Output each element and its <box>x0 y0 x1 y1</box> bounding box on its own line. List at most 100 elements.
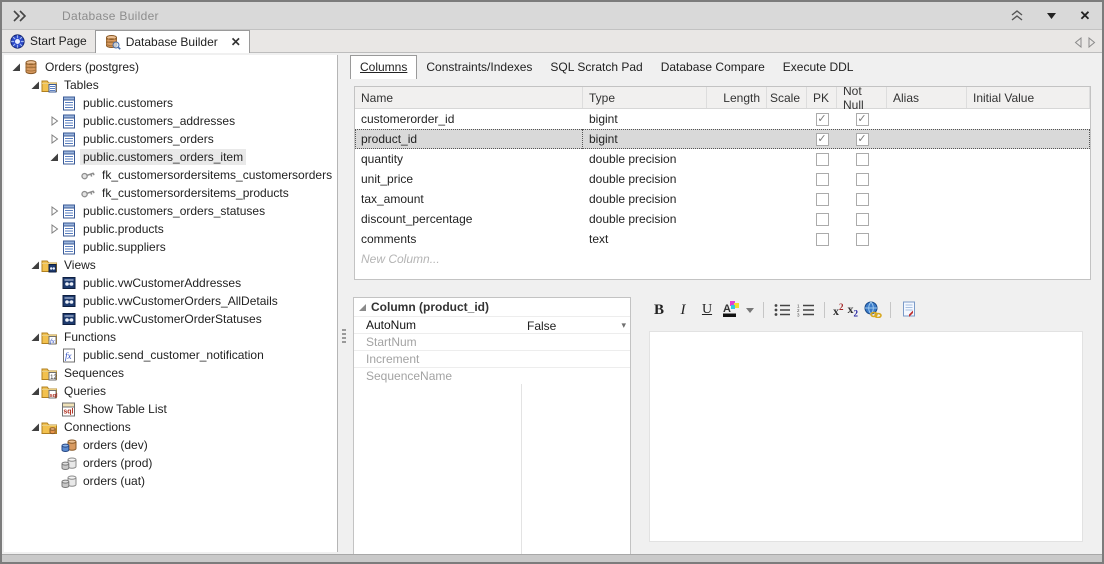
collapse-arrow-icon[interactable] <box>28 421 41 434</box>
pk-checkbox[interactable] <box>816 153 829 166</box>
cell-type[interactable]: double precision <box>583 209 707 229</box>
insert-document-icon[interactable] <box>899 299 919 321</box>
italic-icon[interactable]: I <box>673 300 693 320</box>
column-header-initial-value[interactable]: Initial Value <box>967 87 1090 108</box>
collapse-arrow-icon[interactable] <box>28 79 41 92</box>
tree-item[interactable]: public.customers_addresses <box>4 112 337 130</box>
cell-initial-value[interactable] <box>967 149 1090 169</box>
tree-item[interactable]: public.customers_orders_item <box>4 148 337 166</box>
cell-name[interactable]: comments <box>355 229 583 249</box>
column-row-quantity[interactable]: quantitydouble precision <box>355 149 1090 169</box>
cell-name[interactable]: unit_price <box>355 169 583 189</box>
column-header-pk[interactable]: PK <box>807 87 837 108</box>
tree-item[interactable]: fk_customersordersitems_products <box>4 184 337 202</box>
pk-checked-checkbox[interactable]: ✓ <box>816 113 829 126</box>
column-header-name[interactable]: Name <box>355 87 583 108</box>
cell-length[interactable] <box>707 149 767 169</box>
column-row-unit_price[interactable]: unit_pricedouble precision <box>355 169 1090 189</box>
tree-item[interactable]: public.products <box>4 220 337 238</box>
cell-name[interactable]: tax_amount <box>355 189 583 209</box>
new-column-row[interactable]: New Column... <box>355 249 1090 269</box>
editor-tab-sql-scratch-pad[interactable]: SQL Scratch Pad <box>541 56 651 79</box>
not-null-checkbox[interactable] <box>856 233 869 246</box>
dropdown-arrow-icon[interactable] <box>1042 7 1060 25</box>
not-null-checked-checkbox[interactable]: ✓ <box>856 113 869 126</box>
cell-type[interactable]: double precision <box>583 169 707 189</box>
collapse-arrow-icon[interactable] <box>47 151 60 164</box>
tree-item[interactable]: Connections <box>4 418 337 436</box>
bullet-list-icon[interactable] <box>772 300 792 320</box>
collapse-arrow-icon[interactable] <box>28 259 41 272</box>
panel-splitter[interactable] <box>338 55 350 552</box>
notes-text-area[interactable] <box>649 331 1083 542</box>
cell-scale[interactable] <box>767 189 807 209</box>
cell-scale[interactable] <box>767 229 807 249</box>
not-null-checkbox[interactable] <box>856 153 869 166</box>
collapse-arrow-icon[interactable] <box>9 61 22 74</box>
font-color-dropdown-icon[interactable] <box>745 300 755 320</box>
subscript-icon[interactable]: x2 <box>848 302 859 318</box>
editor-tab-database-compare[interactable]: Database Compare <box>652 56 774 79</box>
column-row-product_id[interactable]: product_idbigint✓✓ <box>355 129 1090 149</box>
pk-checkbox[interactable] <box>816 193 829 206</box>
cell-length[interactable] <box>707 169 767 189</box>
cell-alias[interactable] <box>887 149 967 169</box>
pk-checkbox[interactable] <box>816 233 829 246</box>
cell-scale[interactable] <box>767 209 807 229</box>
column-header-alias[interactable]: Alias <box>887 87 967 108</box>
expand-arrow-icon[interactable] <box>47 133 60 146</box>
property-row-increment[interactable]: Increment <box>354 350 630 367</box>
property-row-autonum[interactable]: AutoNumFalse▾ <box>354 316 630 333</box>
cell-alias[interactable] <box>887 209 967 229</box>
cell-name[interactable]: product_id <box>355 129 583 149</box>
column-header-length[interactable]: Length <box>707 87 767 108</box>
column-row-comments[interactable]: commentstext <box>355 229 1090 249</box>
chevrons-right-icon[interactable] <box>12 10 28 22</box>
close-icon[interactable]: ✕ <box>1076 7 1094 25</box>
collapse-arrow-icon[interactable] <box>28 331 41 344</box>
numbered-list-icon[interactable]: 123 <box>796 300 816 320</box>
tree-item[interactable]: Views <box>4 256 337 274</box>
not-null-checkbox[interactable] <box>856 213 869 226</box>
tree-item[interactable]: fk_customersordersitems_customersorders <box>4 166 337 184</box>
bold-icon[interactable]: B <box>649 300 669 320</box>
property-row-sequencename[interactable]: SequenceName <box>354 367 630 384</box>
pk-checkbox[interactable] <box>816 213 829 226</box>
collapse-triangle-icon[interactable] <box>358 303 367 312</box>
column-row-customerorder_id[interactable]: customerorder_idbigint✓✓ <box>355 109 1090 129</box>
editor-tab-execute-ddl[interactable]: Execute DDL <box>774 56 863 79</box>
expand-arrow-icon[interactable] <box>47 115 60 128</box>
tab-database-builder[interactable]: Database Builder ✕ <box>95 30 250 53</box>
cell-type[interactable]: double precision <box>583 189 707 209</box>
not-null-checkbox[interactable] <box>856 193 869 206</box>
column-row-discount_percentage[interactable]: discount_percentagedouble precision <box>355 209 1090 229</box>
property-row-startnum[interactable]: StartNum <box>354 333 630 350</box>
column-header-not-null[interactable]: Not Null <box>837 87 887 108</box>
column-header-type[interactable]: Type <box>583 87 707 108</box>
cell-length[interactable] <box>707 229 767 249</box>
collapse-arrow-icon[interactable] <box>28 385 41 398</box>
tree-item[interactable]: public.customers_orders_statuses <box>4 202 337 220</box>
tree-item[interactable]: public.customers <box>4 94 337 112</box>
tree-item[interactable]: orders (prod) <box>4 454 337 472</box>
underline-icon[interactable]: U <box>697 300 717 320</box>
pk-checked-checkbox[interactable]: ✓ <box>816 133 829 146</box>
tree-item[interactable]: fxpublic.send_customer_notification <box>4 346 337 364</box>
column-header-scale[interactable]: Scale <box>767 87 807 108</box>
tab-start-page[interactable]: Start Page <box>2 30 95 52</box>
font-color-icon[interactable]: A <box>721 299 741 321</box>
column-row-tax_amount[interactable]: tax_amountdouble precision <box>355 189 1090 209</box>
tree-item[interactable]: sqlShow Table List <box>4 400 337 418</box>
pk-checkbox[interactable] <box>816 173 829 186</box>
cell-length[interactable] <box>707 209 767 229</box>
cell-length[interactable] <box>707 189 767 209</box>
not-null-checked-checkbox[interactable]: ✓ <box>856 133 869 146</box>
editor-tab-columns[interactable]: Columns <box>350 55 417 79</box>
tree-item[interactable]: Tables <box>4 76 337 94</box>
cell-alias[interactable] <box>887 229 967 249</box>
cell-scale[interactable] <box>767 169 807 189</box>
cell-scale[interactable] <box>767 129 807 149</box>
cell-initial-value[interactable] <box>967 229 1090 249</box>
tree-item[interactable]: sqlQueries <box>4 382 337 400</box>
tree-item[interactable]: fxFunctions <box>4 328 337 346</box>
